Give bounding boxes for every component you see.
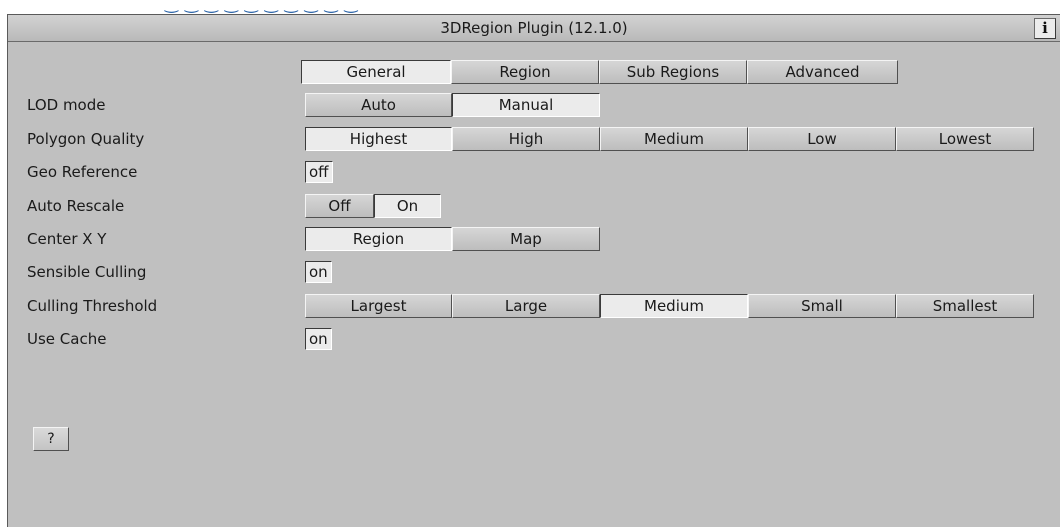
polygon-quality-highest-button[interactable]: Highest bbox=[305, 127, 452, 151]
use-cache-label: Use Cache bbox=[27, 330, 107, 348]
geo-reference-label: Geo Reference bbox=[27, 163, 138, 181]
lod-mode-label: LOD mode bbox=[27, 96, 106, 114]
polygon-quality-high-button[interactable]: High bbox=[452, 127, 600, 151]
culling-threshold-largest-button[interactable]: Largest bbox=[305, 294, 452, 318]
center-xy-region-button[interactable]: Region bbox=[305, 227, 452, 251]
top-strip: ‿ ‿ ‿ ‿ ‿ ‿ ‿ ‿ ‿ ‿ bbox=[0, 0, 1060, 14]
culling-threshold-large-button[interactable]: Large bbox=[452, 294, 600, 318]
polygon-quality-medium-button[interactable]: Medium bbox=[600, 127, 748, 151]
cropped-heading-fragment: ‿ ‿ ‿ ‿ ‿ ‿ ‿ ‿ ‿ ‿ bbox=[165, 0, 359, 13]
auto-rescale-on-button[interactable]: On bbox=[374, 194, 441, 218]
polygon-quality-lowest-button[interactable]: Lowest bbox=[896, 127, 1034, 151]
lod-mode-auto-button[interactable]: Auto bbox=[305, 93, 452, 117]
use-cache-toggle[interactable]: on bbox=[305, 328, 332, 350]
polygon-quality-low-button[interactable]: Low bbox=[748, 127, 896, 151]
help-button[interactable]: ? bbox=[33, 427, 69, 451]
tab-advanced[interactable]: Advanced bbox=[747, 60, 898, 84]
center-xy-label: Center X Y bbox=[27, 230, 107, 248]
plugin-panel: 3DRegion Plugin (12.1.0) i General Regio… bbox=[7, 14, 1060, 527]
tab-general[interactable]: General bbox=[301, 60, 451, 84]
tab-sub-regions[interactable]: Sub Regions bbox=[599, 60, 747, 84]
culling-threshold-small-button[interactable]: Small bbox=[748, 294, 896, 318]
info-button[interactable]: i bbox=[1034, 18, 1056, 39]
culling-threshold-medium-button[interactable]: Medium bbox=[600, 294, 748, 318]
polygon-quality-label: Polygon Quality bbox=[27, 130, 145, 148]
culling-threshold-label: Culling Threshold bbox=[27, 297, 158, 315]
auto-rescale-off-button[interactable]: Off bbox=[305, 194, 374, 218]
culling-threshold-smallest-button[interactable]: Smallest bbox=[896, 294, 1034, 318]
sensible-culling-toggle[interactable]: on bbox=[305, 261, 332, 283]
lod-mode-manual-button[interactable]: Manual bbox=[452, 93, 600, 117]
tab-region[interactable]: Region bbox=[451, 60, 599, 84]
sensible-culling-label: Sensible Culling bbox=[27, 263, 147, 281]
auto-rescale-label: Auto Rescale bbox=[27, 197, 125, 215]
geo-reference-toggle[interactable]: off bbox=[305, 161, 333, 183]
panel-title: 3DRegion Plugin (12.1.0) bbox=[8, 15, 1060, 42]
center-xy-map-button[interactable]: Map bbox=[452, 227, 600, 251]
